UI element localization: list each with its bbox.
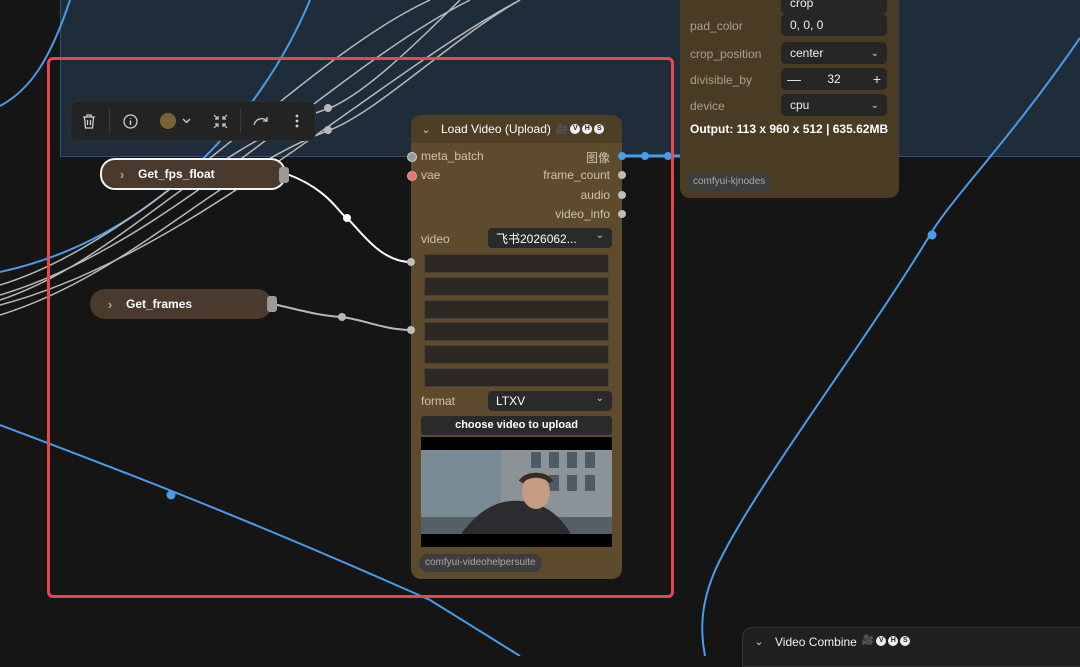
device-value: cpu: [790, 98, 810, 112]
pad-color-value: 0, 0, 0: [790, 18, 824, 32]
plus-icon[interactable]: +: [873, 71, 881, 87]
badge-letter: H: [888, 635, 899, 646]
graph-canvas[interactable]: crop pad_color 0, 0, 0 crop_position cen…: [0, 0, 1080, 667]
pad-color-field[interactable]: 0, 0, 0: [781, 14, 887, 36]
selection-rectangle: [47, 57, 674, 598]
top-partial-value: crop: [790, 0, 814, 10]
output-info: Output: 113 x 960 x 512 | 635.62MB: [690, 122, 889, 136]
divisible-by-stepper[interactable]: — 32 +: [781, 68, 887, 90]
chevron-down-icon: ⌄: [870, 47, 879, 59]
top-partial-field[interactable]: crop: [781, 0, 887, 14]
node-title: Video Combine: [775, 635, 857, 649]
divisible-by-label: divisible_by: [690, 73, 753, 87]
divisible-by-value: 32: [827, 72, 841, 86]
resize-node[interactable]: crop pad_color 0, 0, 0 crop_position cen…: [680, 0, 899, 198]
badge-letter: S: [900, 635, 911, 646]
package-tag: comfyui-kjnodes: [687, 173, 772, 191]
chevron-down-icon[interactable]: ⌄: [743, 635, 775, 648]
badge-letter: V: [876, 635, 887, 646]
device-label: device: [690, 99, 725, 113]
chevron-down-icon: ⌄: [870, 99, 879, 111]
device-select[interactable]: cpu ⌄: [781, 94, 887, 116]
minus-icon[interactable]: —: [787, 71, 801, 87]
crop-position-value: center: [790, 46, 824, 60]
camera-emoji: 🎥: [861, 635, 875, 646]
crop-position-select[interactable]: center ⌄: [781, 42, 887, 64]
vhs-badge: 🎥 V H S: [861, 635, 911, 646]
video-combine-node[interactable]: ⌄ Video Combine 🎥 V H S: [742, 627, 1080, 667]
pad-color-label: pad_color: [690, 19, 743, 33]
crop-position-label: crop_position: [690, 47, 762, 61]
